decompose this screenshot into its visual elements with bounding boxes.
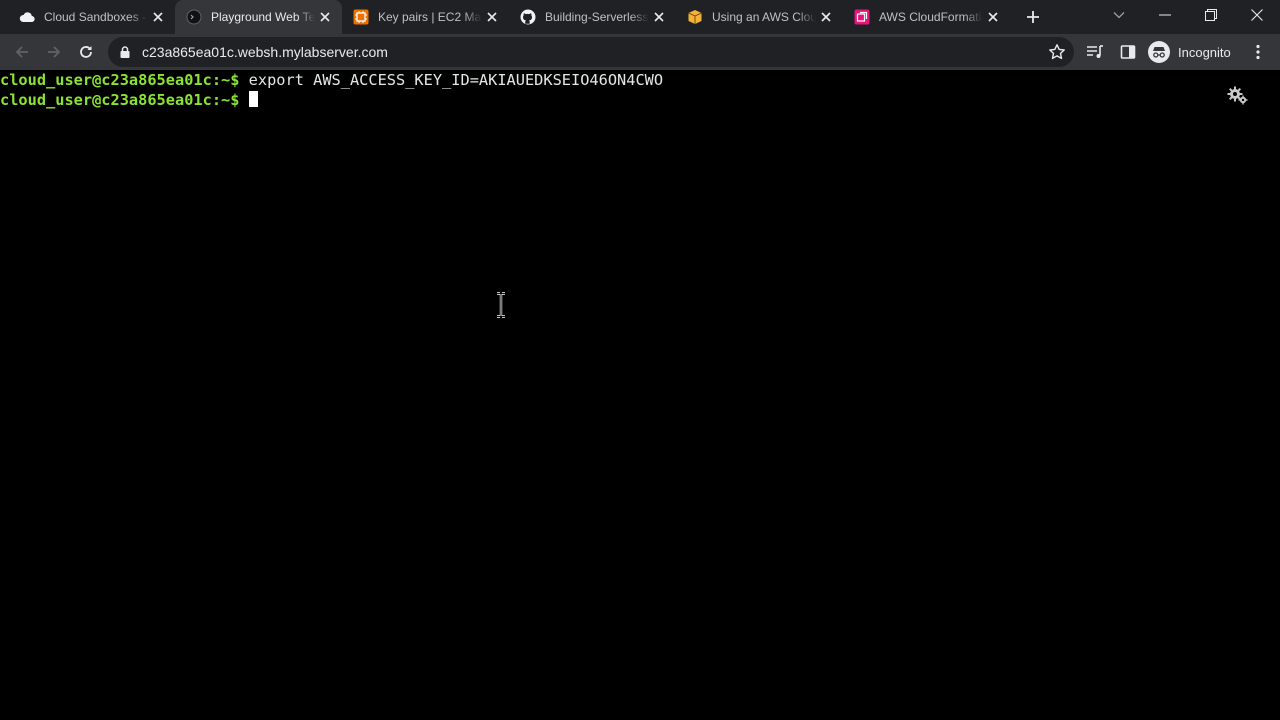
kebab-menu-icon [1256, 44, 1260, 60]
terminal-circle-icon [186, 9, 202, 25]
tab-playground-web-terminal[interactable]: Playground Web Te [175, 0, 342, 34]
close-tab-icon[interactable] [818, 9, 834, 25]
aws-ec2-icon [353, 9, 369, 25]
plus-icon [1027, 11, 1039, 23]
close-window-button[interactable] [1234, 0, 1280, 30]
arrow-left-icon [15, 46, 28, 58]
minimize-icon [1159, 14, 1171, 16]
back-button[interactable] [10, 40, 34, 64]
tab-title: Key pairs | EC2 Man [378, 10, 482, 24]
tab-title: AWS CloudFormatio [879, 10, 983, 24]
github-icon [520, 9, 536, 25]
bookmark-star-icon[interactable] [1048, 43, 1066, 61]
tab-cloud-sandboxes[interactable]: Cloud Sandboxes - [8, 0, 175, 34]
arrow-right-icon [48, 46, 61, 58]
terminal-line: cloud_user@c23a865ea01c:~$ [0, 90, 258, 110]
incognito-profile-button[interactable]: Incognito [1148, 40, 1231, 64]
tab-key-pairs-ec2[interactable]: Key pairs | EC2 Man [342, 0, 509, 34]
tab-title: Using an AWS Clou [712, 10, 816, 24]
side-panel-icon [1120, 45, 1136, 59]
tab-strip: Cloud Sandboxes - Playground Web Te Key … [0, 0, 1280, 34]
tab-title: Building-Serverless [545, 10, 649, 24]
lock-icon[interactable] [118, 45, 132, 59]
restore-icon [1205, 9, 1217, 21]
media-list-icon [1087, 45, 1103, 58]
tab-building-serverless[interactable]: Building-Serverless [509, 0, 676, 34]
close-icon [1251, 9, 1263, 21]
menu-button[interactable] [1248, 42, 1268, 62]
address-bar[interactable]: c23a865ea01c.websh.mylabserver.com [108, 37, 1074, 67]
terminal-command: export AWS_ACCESS_KEY_ID=AKIAUEDKSEIO46O… [239, 71, 664, 89]
browser-toolbar: c23a865ea01c.websh.mylabserver.com Incog… [0, 34, 1280, 70]
tab-aws-cloudformation[interactable]: AWS CloudFormatio [843, 0, 1010, 34]
close-tab-icon[interactable] [150, 9, 166, 25]
cloud-icon [19, 9, 35, 25]
terminal-command [239, 91, 248, 109]
terminal-prompt: cloud_user@c23a865ea01c:~$ [0, 91, 240, 109]
tab-title: Playground Web Te [211, 10, 315, 24]
close-tab-icon[interactable] [317, 9, 333, 25]
terminal-line: cloud_user@c23a865ea01c:~$ export AWS_AC… [0, 70, 663, 90]
forward-button[interactable] [42, 40, 66, 64]
restore-button[interactable] [1188, 0, 1234, 30]
side-panel-button[interactable] [1118, 42, 1138, 62]
aws-box-icon [687, 9, 703, 25]
aws-cloudformation-icon [854, 9, 870, 25]
settings-gears-icon[interactable] [1227, 86, 1249, 106]
tab-search-button[interactable] [1096, 0, 1142, 30]
reading-list-button[interactable] [1085, 42, 1105, 62]
terminal-prompt: cloud_user@c23a865ea01c:~$ [0, 71, 240, 89]
minimize-button[interactable] [1142, 0, 1188, 30]
new-tab-button[interactable] [1024, 8, 1042, 26]
chevron-down-icon [1113, 12, 1125, 19]
web-terminal[interactable]: cloud_user@c23a865ea01c:~$ export AWS_AC… [0, 70, 1280, 720]
reload-button[interactable] [74, 40, 98, 64]
close-tab-icon[interactable] [985, 9, 1001, 25]
profile-label: Incognito [1178, 44, 1231, 60]
url-text[interactable]: c23a865ea01c.websh.mylabserver.com [142, 44, 388, 60]
tab-using-aws-cloud[interactable]: Using an AWS Clou [676, 0, 843, 34]
tab-title: Cloud Sandboxes - [44, 10, 147, 24]
text-cursor-icon [497, 292, 505, 318]
reload-icon [80, 46, 92, 58]
close-tab-icon[interactable] [484, 9, 500, 25]
incognito-icon [1148, 41, 1170, 63]
terminal-cursor [248, 91, 258, 107]
close-tab-icon[interactable] [651, 9, 667, 25]
